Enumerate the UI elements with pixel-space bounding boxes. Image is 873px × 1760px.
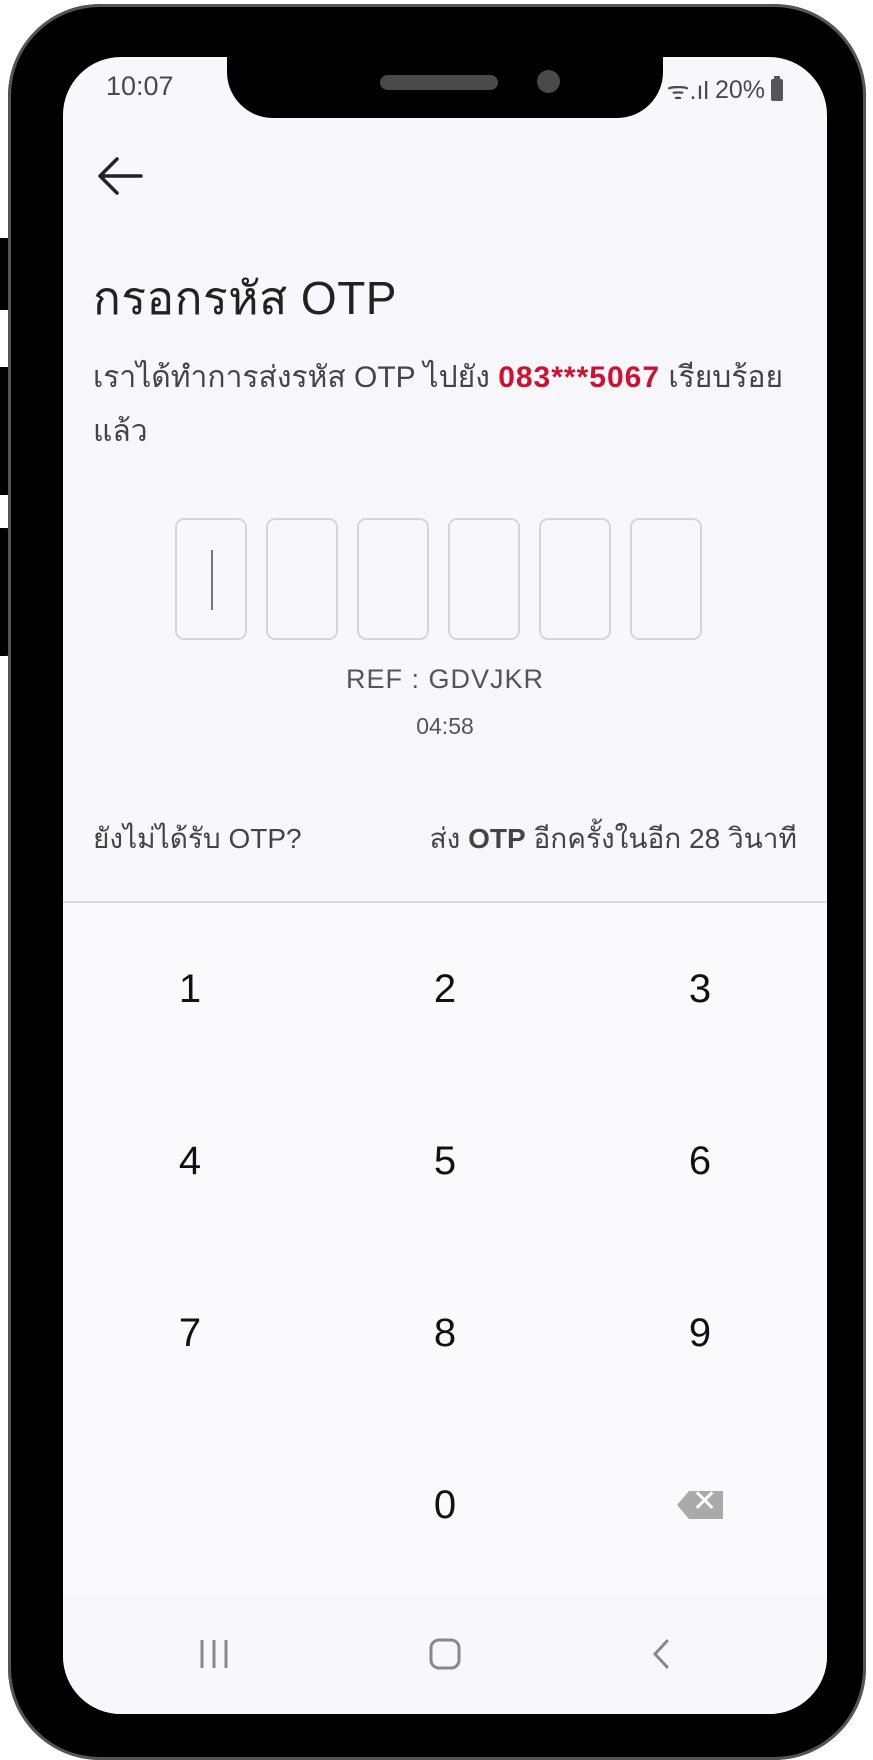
otp-digit-input-3[interactable]	[357, 518, 429, 640]
camera-notch	[227, 57, 663, 118]
key-5[interactable]: 5	[318, 1075, 572, 1247]
home-icon	[429, 1638, 461, 1670]
signal-icon: ᯤ.ıl	[666, 77, 709, 105]
otp-input-group	[175, 518, 702, 640]
otp-countdown: 04:58	[416, 713, 474, 739]
key-7[interactable]: 7	[63, 1247, 317, 1419]
resend-otp-word: OTP	[468, 823, 526, 854]
front-camera	[537, 70, 560, 93]
phone-screen: 10:07 ᯤ.ıl 20% กรอกรหัส OTP เราได้ทำการส…	[63, 57, 827, 1714]
otp-digit-input-1[interactable]	[175, 518, 247, 640]
backspace-icon: ✕	[677, 1491, 723, 1519]
key-8[interactable]: 8	[318, 1247, 572, 1419]
battery-percent: 20%	[714, 75, 765, 104]
status-indicators: ᯤ.ıl 20%	[667, 73, 783, 107]
key-0[interactable]: 0	[318, 1419, 572, 1591]
system-navigation-bar	[63, 1594, 827, 1714]
delete-key[interactable]: ✕	[573, 1419, 827, 1591]
otp-digit-input-5[interactable]	[539, 518, 611, 640]
arrow-left-icon	[98, 157, 143, 195]
otp-digit-input-2[interactable]	[266, 518, 338, 640]
resend-otp-button[interactable]: ส่ง OTP อีกครั้งในอีก 28 วินาที	[430, 817, 797, 861]
speaker-grille	[380, 75, 498, 90]
key-2[interactable]: 2	[318, 903, 572, 1075]
key-4[interactable]: 4	[63, 1075, 317, 1247]
masked-phone-number: 083***5067	[498, 361, 661, 394]
resend-prefix: ส่ง	[429, 823, 469, 854]
back-chevron-icon	[652, 1639, 669, 1669]
status-time: 10:07	[106, 71, 174, 101]
otp-digit-input-6[interactable]	[630, 518, 702, 640]
page-title: กรอกรหัส OTP	[93, 272, 397, 324]
key-6[interactable]: 6	[573, 1075, 827, 1247]
home-button[interactable]	[400, 1624, 490, 1684]
system-back-button[interactable]	[616, 1624, 706, 1684]
back-button[interactable]	[93, 149, 147, 203]
resend-row: ยังไม่ได้รับ OTP? ส่ง OTP อีกครั้งในอีก …	[93, 817, 797, 861]
key-9[interactable]: 9	[573, 1247, 827, 1419]
recents-icon	[200, 1640, 228, 1668]
numeric-keypad: 1 2 3 4 5 6 7 8 9 0 ✕	[63, 903, 827, 1594]
not-received-label: ยังไม่ได้รับ OTP?	[93, 823, 302, 854]
otp-digit-input-4[interactable]	[448, 518, 520, 640]
otp-sent-message: เราได้ทำการส่งรหัส OTP ไปยัง 083***5067 …	[93, 351, 793, 459]
battery-icon	[771, 76, 783, 101]
otp-reference: REF : GDVJKR	[345, 664, 545, 694]
key-1[interactable]: 1	[63, 903, 317, 1075]
resend-countdown: อีกครั้งในอีก 28 วินาที	[525, 823, 797, 854]
key-3[interactable]: 3	[573, 903, 827, 1075]
recents-button[interactable]	[169, 1624, 259, 1684]
message-prefix: เราได้ทำการส่งรหัส OTP ไปยัง	[93, 361, 499, 394]
